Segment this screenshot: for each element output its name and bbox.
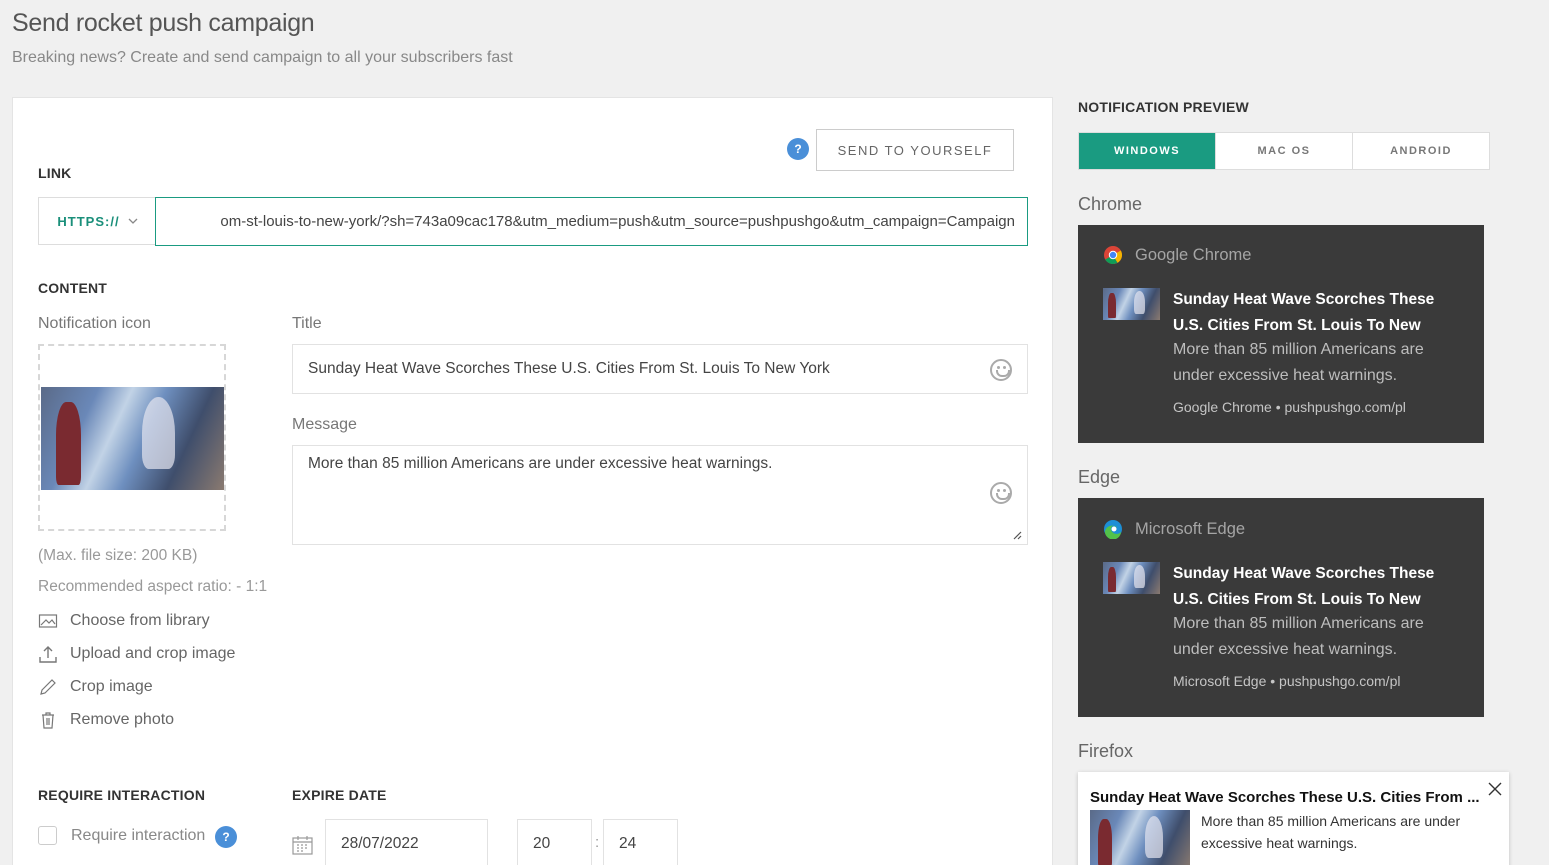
expire-date-input[interactable]: 28/07/2022 (325, 819, 488, 865)
image-icon (38, 614, 58, 628)
message-label: Message (292, 416, 357, 433)
firefox-label: Firefox (1078, 741, 1134, 761)
chrome-preview-message: More than 85 million Americans are under… (1173, 341, 1424, 384)
max-size-hint: (Max. file size: 200 KB) (38, 547, 198, 564)
edge-preview-card: Microsoft Edge Sunday Heat Wave Scorches… (1078, 498, 1484, 717)
title-label: Title (292, 315, 322, 332)
tab-windows[interactable]: WINDOWS (1079, 133, 1216, 169)
expire-date-label: EXPIRE DATE (292, 787, 387, 803)
choose-from-library-button[interactable]: Choose from library (38, 611, 210, 631)
firefox-preview-message: More than 85 million Americans are under… (1201, 813, 1461, 851)
edge-preview-footer: Microsoft Edge • pushpushgo.com/pl (1173, 673, 1401, 689)
help-icon[interactable]: ? (787, 138, 809, 160)
tab-android[interactable]: ANDROID (1353, 133, 1489, 169)
title-emoji-icon[interactable] (990, 359, 1012, 381)
os-tabs: WINDOWS MAC OS ANDROID (1078, 132, 1490, 170)
protocol-value: HTTPS:// (57, 213, 120, 229)
send-to-yourself-button[interactable]: SEND TO YOURSELF (816, 129, 1014, 171)
link-section-label: LINK (38, 165, 72, 181)
campaign-form-card: ? SEND TO YOURSELF LINK HTTPS:// om-st-l… (12, 97, 1053, 865)
expire-minute-value: 24 (619, 835, 637, 852)
expire-hour-value: 20 (533, 835, 551, 852)
resize-handle-icon[interactable] (1012, 530, 1022, 540)
notification-icon-image (41, 387, 224, 490)
protocol-select[interactable]: HTTPS:// (38, 197, 156, 245)
notification-preview-title: NOTIFICATION PREVIEW (1078, 99, 1249, 115)
choose-from-library-label: Choose from library (70, 612, 210, 629)
firefox-preview-title: Sunday Heat Wave Scorches These U.S. Cit… (1090, 789, 1480, 806)
message-emoji-icon[interactable] (990, 482, 1012, 504)
tab-mac-os[interactable]: MAC OS (1216, 133, 1353, 169)
require-interaction-label: REQUIRE INTERACTION (38, 787, 206, 803)
upload-and-crop-button[interactable]: Upload and crop image (38, 644, 235, 664)
title-input-value: Sunday Heat Wave Scorches These U.S. Cit… (308, 360, 830, 377)
require-interaction-checkbox-label: Require interaction (71, 827, 206, 844)
upload-and-crop-label: Upload and crop image (70, 645, 236, 662)
pencil-icon (40, 679, 56, 695)
page-subtitle: Breaking news? Create and send campaign … (12, 49, 513, 66)
upload-icon (39, 646, 57, 663)
chrome-preview-header: Google Chrome (1103, 245, 1251, 265)
chrome-logo-icon (1104, 246, 1123, 265)
edge-preview-title: Sunday Heat Wave Scorches These U.S. Cit… (1173, 565, 1435, 608)
edge-preview-message: More than 85 million Americans are under… (1173, 615, 1424, 658)
close-icon[interactable] (1488, 782, 1502, 796)
notification-icon-label: Notification icon (38, 315, 151, 332)
expire-minute-input[interactable]: 24 (603, 819, 678, 865)
edge-preview-header: Microsoft Edge (1103, 519, 1245, 539)
expire-hour-input[interactable]: 20 (517, 819, 592, 865)
url-input[interactable]: om-st-louis-to-new-york/?sh=743a09cac178… (155, 197, 1028, 246)
edge-label: Edge (1078, 467, 1121, 487)
require-interaction-checkbox[interactable] (38, 826, 57, 845)
message-textarea-value: More than 85 million Americans are under… (308, 455, 773, 472)
title-input[interactable]: Sunday Heat Wave Scorches These U.S. Cit… (292, 344, 1028, 394)
chrome-app-name: Google Chrome (1135, 245, 1252, 264)
expire-date-value: 28/07/2022 (341, 835, 419, 852)
chrome-preview-card: Google Chrome Sunday Heat Wave Scorches … (1078, 225, 1484, 443)
chrome-preview-title: Sunday Heat Wave Scorches These U.S. Cit… (1173, 291, 1435, 334)
chrome-preview-image (1103, 288, 1160, 320)
edge-app-name: Microsoft Edge (1135, 519, 1246, 538)
remove-photo-button[interactable]: Remove photo (38, 710, 174, 730)
firefox-preview-image (1090, 810, 1190, 865)
message-textarea[interactable]: More than 85 million Americans are under… (292, 445, 1028, 545)
url-value: om-st-louis-to-new-york/?sh=743a09cac178… (220, 213, 1015, 230)
require-interaction-help-icon[interactable]: ? (215, 826, 237, 848)
calendar-icon[interactable] (292, 835, 313, 855)
chevron-down-icon (128, 218, 138, 224)
content-section-label: CONTENT (38, 280, 108, 296)
page-title: Send rocket push campaign (12, 9, 315, 37)
firefox-preview-card: Sunday Heat Wave Scorches These U.S. Cit… (1078, 772, 1509, 865)
edge-preview-image (1103, 562, 1160, 594)
aspect-ratio-hint: Recommended aspect ratio: - 1:1 (38, 578, 268, 595)
icon-dropzone[interactable] (38, 344, 226, 531)
crop-image-label: Crop image (70, 678, 153, 695)
crop-image-button[interactable]: Crop image (38, 677, 153, 697)
time-separator: : (595, 834, 600, 851)
edge-logo-icon (1104, 520, 1122, 539)
trash-icon (42, 712, 54, 729)
chrome-preview-footer: Google Chrome • pushpushgo.com/pl (1173, 399, 1406, 415)
chrome-label: Chrome (1078, 194, 1143, 214)
remove-photo-label: Remove photo (70, 711, 175, 728)
